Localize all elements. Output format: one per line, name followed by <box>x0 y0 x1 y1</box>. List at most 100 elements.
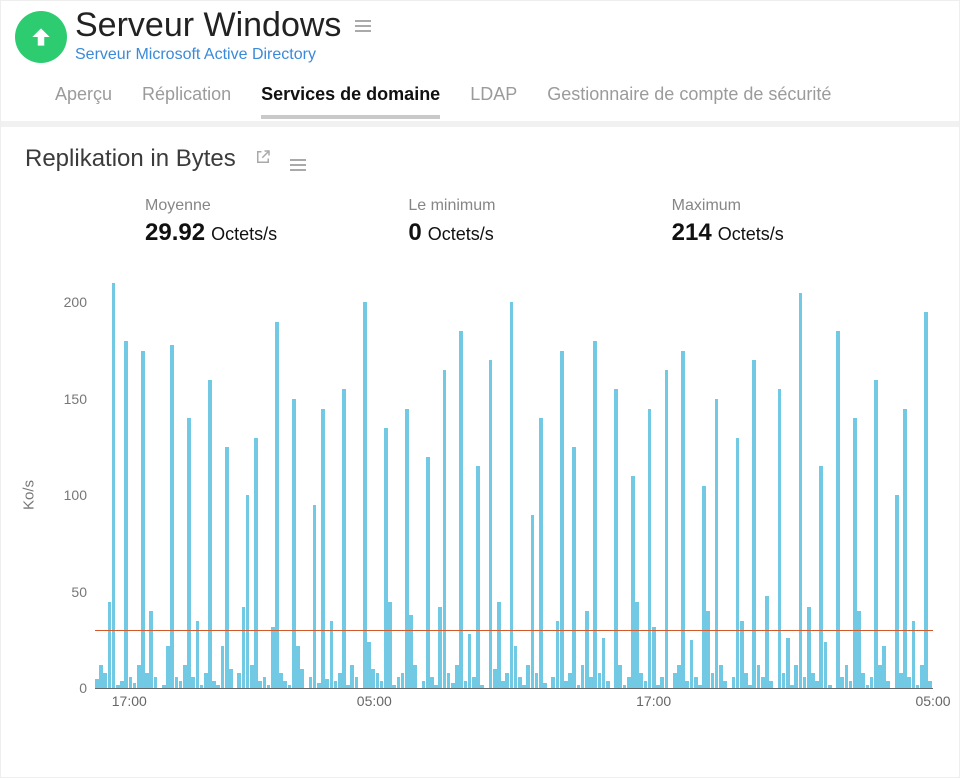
y-tick: 50 <box>71 584 95 600</box>
bar <box>137 665 141 688</box>
y-tick: 200 <box>64 294 95 310</box>
page-subtitle-link[interactable]: Serveur Microsoft Active Directory <box>75 46 371 64</box>
bar <box>313 505 317 688</box>
bar <box>200 685 204 689</box>
bar <box>874 380 878 689</box>
bar <box>685 681 689 689</box>
bar <box>108 602 112 689</box>
bar <box>857 611 861 688</box>
bar <box>501 681 505 689</box>
stat-maximum: Maximum 214 Octets/s <box>672 197 935 247</box>
stat-unit: Octets/s <box>211 224 277 245</box>
bar <box>154 677 158 689</box>
bar <box>665 370 669 688</box>
tab-4[interactable]: Gestionnaire de compte de sécurité <box>547 84 831 119</box>
tab-2[interactable]: Services de domaine <box>261 84 440 119</box>
bar <box>765 596 769 689</box>
bar <box>522 685 526 689</box>
bar <box>459 331 463 688</box>
bar <box>677 665 681 688</box>
stat-minimum: Le minimum 0 Octets/s <box>408 197 671 247</box>
bar <box>853 418 857 688</box>
bar <box>325 679 329 689</box>
bar <box>505 673 509 688</box>
bar <box>225 447 229 688</box>
bar <box>476 466 480 688</box>
bar <box>866 685 870 689</box>
y-tick: 100 <box>64 487 95 503</box>
bar <box>840 677 844 689</box>
bar <box>598 673 602 688</box>
bar <box>757 665 761 688</box>
stat-unit: Octets/s <box>718 224 784 245</box>
bar <box>112 283 116 688</box>
bar <box>99 665 103 688</box>
bar <box>455 665 459 688</box>
bar <box>623 685 627 689</box>
bar <box>736 438 740 689</box>
bar <box>246 495 250 688</box>
bar <box>916 685 920 689</box>
bar <box>380 681 384 689</box>
bar <box>706 611 710 688</box>
bar <box>447 673 451 688</box>
bar <box>819 466 823 688</box>
bar <box>811 673 815 688</box>
bar <box>928 681 932 689</box>
bar <box>593 341 597 688</box>
bar <box>564 681 568 689</box>
bar <box>124 341 128 688</box>
bar <box>342 389 346 688</box>
bar <box>644 681 648 689</box>
bar <box>426 457 430 689</box>
bar <box>401 673 405 688</box>
panel-menu-icon[interactable] <box>290 148 306 171</box>
bar <box>355 677 359 689</box>
tab-3[interactable]: LDAP <box>470 84 517 119</box>
bar <box>694 677 698 689</box>
bar <box>920 665 924 688</box>
bar <box>489 360 493 688</box>
bar <box>652 627 656 689</box>
bar <box>166 646 170 688</box>
bar <box>254 438 258 689</box>
bar <box>539 418 543 688</box>
bar <box>162 685 166 689</box>
bar <box>300 669 304 688</box>
bar <box>480 685 484 689</box>
title-menu-icon[interactable] <box>355 20 371 32</box>
bar <box>535 673 539 688</box>
replication-chart: Ko/s 050100150200 17:0005:0017:0005:00 <box>25 275 935 715</box>
bar <box>317 683 321 689</box>
bar <box>397 677 401 689</box>
stat-label: Le minimum <box>408 197 671 215</box>
bar <box>451 683 455 689</box>
bar <box>183 665 187 688</box>
tab-1[interactable]: Réplication <box>142 84 231 119</box>
bar <box>895 495 899 688</box>
bar <box>790 685 794 689</box>
bar <box>568 673 572 688</box>
bar <box>413 665 417 688</box>
open-external-icon[interactable] <box>254 148 272 171</box>
stat-value: 0 <box>408 219 421 247</box>
bar <box>656 685 660 689</box>
bar <box>560 351 564 689</box>
bar <box>175 677 179 689</box>
bar <box>430 677 434 689</box>
y-tick: 0 <box>79 680 95 696</box>
tab-0[interactable]: Aperçu <box>55 84 112 119</box>
bar <box>740 621 744 689</box>
bar <box>263 677 267 689</box>
bar <box>681 351 685 689</box>
tab-bar: Aperçu Réplication Services de domaine LDAP… <box>1 64 959 119</box>
bar <box>129 677 133 689</box>
x-tick: 05:00 <box>915 693 950 709</box>
bar <box>321 409 325 689</box>
bar <box>204 673 208 688</box>
bar <box>614 389 618 688</box>
bar <box>292 399 296 688</box>
bar <box>572 447 576 688</box>
bar <box>585 611 589 688</box>
bar <box>719 665 723 688</box>
